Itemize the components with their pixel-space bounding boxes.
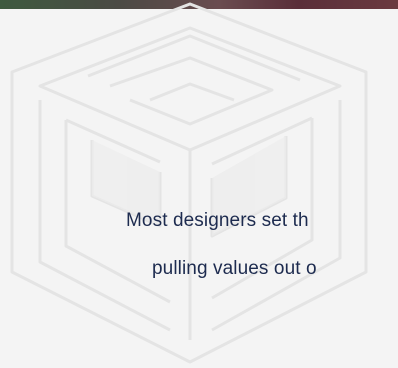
- body-text-line-2: pulling values out o: [152, 258, 317, 279]
- cube-logo-icon: [10, 2, 368, 364]
- page: Most designers set th pulling values out…: [0, 0, 398, 368]
- body-text-line-1: Most designers set th: [126, 210, 309, 231]
